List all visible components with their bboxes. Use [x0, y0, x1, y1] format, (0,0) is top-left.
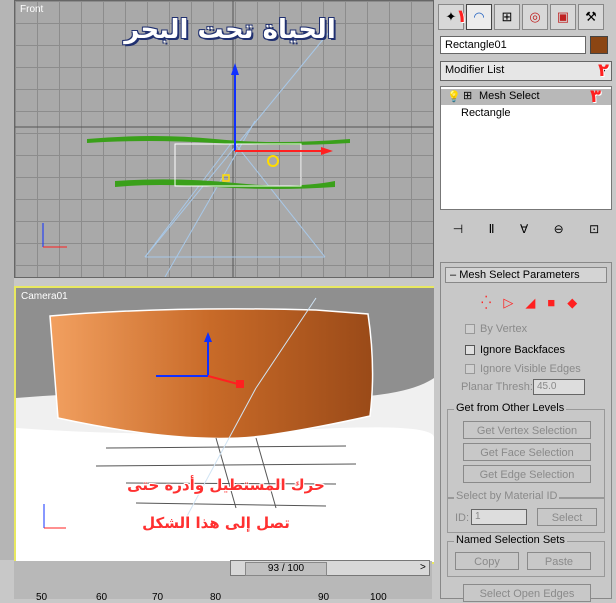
command-panel: ✦ ◠ ⊞ ◎ ▣ ⚒ ١ Rectangle01 Modifier List … — [434, 0, 616, 602]
timeline-tick: 100 — [370, 592, 387, 603]
paste-button[interactable]: Paste — [527, 552, 591, 570]
pin-stack-icon[interactable]: ⊣ — [453, 222, 463, 240]
rollout-panel: – Mesh Select Parameters ⁛ ▷ ◢ ■ ◆ By Ve… — [440, 262, 612, 602]
planar-thresh-spinner[interactable]: 45.0 — [533, 379, 585, 395]
stack-item-label[interactable]: Rectangle — [461, 107, 511, 119]
select-by-id-button[interactable]: Select — [537, 508, 597, 526]
display-icon: ▣ — [556, 9, 570, 24]
select-by-material-title: Select by Material ID — [454, 490, 560, 502]
stack-item-label: Mesh Select — [479, 90, 540, 102]
modify-tab[interactable]: ◠ — [466, 4, 492, 30]
time-slider[interactable]: 93 / 100 — [230, 560, 430, 576]
modifier-stack[interactable]: 💡 ⊞ Mesh Select Rectangle — [440, 86, 612, 210]
stack-item-selected[interactable]: 💡 ⊞ Mesh Select — [441, 89, 611, 105]
object-color-swatch[interactable] — [590, 36, 608, 54]
ignore-visible-edges-row[interactable]: Ignore Visible Edges — [465, 363, 581, 375]
material-id-spinner[interactable]: 1 — [471, 509, 527, 525]
rollout-header[interactable]: – Mesh Select Parameters — [445, 267, 607, 283]
ignore-visible-edges-label: Ignore Visible Edges — [480, 363, 581, 375]
overlay-title: الحياة تحت البحر — [124, 15, 336, 45]
element-level-icon[interactable]: ◆ — [567, 295, 577, 311]
get-face-selection-button[interactable]: Get Face Selection — [463, 443, 591, 461]
left-toolbar-strip — [0, 0, 14, 560]
timeline-tick: 80 — [210, 592, 222, 603]
make-unique-icon[interactable]: ∀ — [520, 222, 528, 240]
select-open-edges-button[interactable]: Select Open Edges — [463, 584, 591, 602]
get-edge-selection-button[interactable]: Get Edge Selection — [463, 465, 591, 483]
caption-line-1: حرك المستطيل وأدره حتى — [127, 476, 325, 494]
annotation-number: ٣ — [590, 86, 601, 107]
timeline-tick: 90 — [318, 592, 330, 603]
lightbulb-icon[interactable]: 💡 — [447, 90, 461, 103]
named-selection-sets-title: Named Selection Sets — [454, 534, 567, 546]
configure-modifier-sets-icon[interactable]: ⊡ — [589, 222, 599, 240]
face-level-icon[interactable]: ◢ — [525, 295, 535, 311]
object-name-field[interactable]: Rectangle01 — [440, 36, 586, 54]
planar-thresh-label: Planar Thresh: — [461, 381, 533, 393]
annotation-number: ١ — [456, 6, 467, 27]
annotation-number: ٢ — [598, 60, 609, 81]
stack-toolbar: ⊣ Ⅱ ∀ ⊖ ⊡ — [440, 222, 612, 240]
utilities-tab[interactable]: ⚒ — [578, 4, 604, 30]
utilities-icon: ⚒ — [585, 9, 597, 24]
ignore-backfaces-row[interactable]: Ignore Backfaces — [465, 344, 565, 356]
create-icon: ✦ — [445, 9, 457, 24]
modify-icon: ◠ — [473, 9, 485, 24]
camera-viewport[interactable]: Camera01 حرك المستطيل وأدره حتى تصل إلى … — [14, 286, 436, 564]
timeline-tick: 70 — [152, 592, 164, 603]
remove-modifier-icon[interactable]: ⊖ — [554, 222, 564, 240]
by-vertex-label: By Vertex — [480, 323, 528, 335]
ignore-backfaces-checkbox[interactable] — [465, 345, 475, 355]
get-vertex-selection-button[interactable]: Get Vertex Selection — [463, 421, 591, 439]
material-id-label: ID: — [455, 512, 470, 524]
caption-line-2: تصل إلى هذا الشكل — [142, 514, 290, 532]
rollout-title: Mesh Select Parameters — [459, 269, 580, 281]
get-levels-title: Get from Other Levels — [454, 402, 567, 414]
ignore-backfaces-label: Ignore Backfaces — [480, 344, 565, 356]
display-tab[interactable]: ▣ — [550, 4, 576, 30]
front-viewport[interactable]: Front الحياة تحت البحر — [14, 0, 434, 278]
polygon-level-icon[interactable]: ■ — [547, 295, 555, 311]
copy-button[interactable]: Copy — [455, 552, 519, 570]
show-end-result-icon[interactable]: Ⅱ — [489, 222, 495, 240]
selection-level-toolbar: ⁛ ▷ ◢ ■ ◆ — [481, 295, 577, 311]
modifier-list-dropdown[interactable]: Modifier List ▼ — [440, 61, 612, 81]
hierarchy-icon: ⊞ — [501, 9, 513, 24]
motion-icon: ◎ — [529, 9, 541, 24]
hierarchy-tab[interactable]: ⊞ — [494, 4, 520, 30]
next-frame-icon[interactable]: > — [420, 562, 426, 573]
expand-icon[interactable]: ⊞ — [463, 89, 472, 102]
motion-tab[interactable]: ◎ — [522, 4, 548, 30]
modifier-list-label: Modifier List — [445, 64, 505, 76]
timeline-tick: 50 — [36, 592, 48, 603]
ignore-visible-edges-checkbox[interactable] — [465, 364, 475, 374]
by-vertex-checkbox[interactable] — [465, 324, 475, 334]
by-vertex-row[interactable]: By Vertex — [465, 323, 527, 335]
vertex-level-icon[interactable]: ⁛ — [481, 295, 491, 311]
timeline-tick: 60 — [96, 592, 108, 603]
time-slider-thumb[interactable]: 93 / 100 — [245, 562, 327, 576]
collapse-icon: – — [450, 269, 457, 281]
edge-level-icon[interactable]: ▷ — [503, 295, 513, 311]
